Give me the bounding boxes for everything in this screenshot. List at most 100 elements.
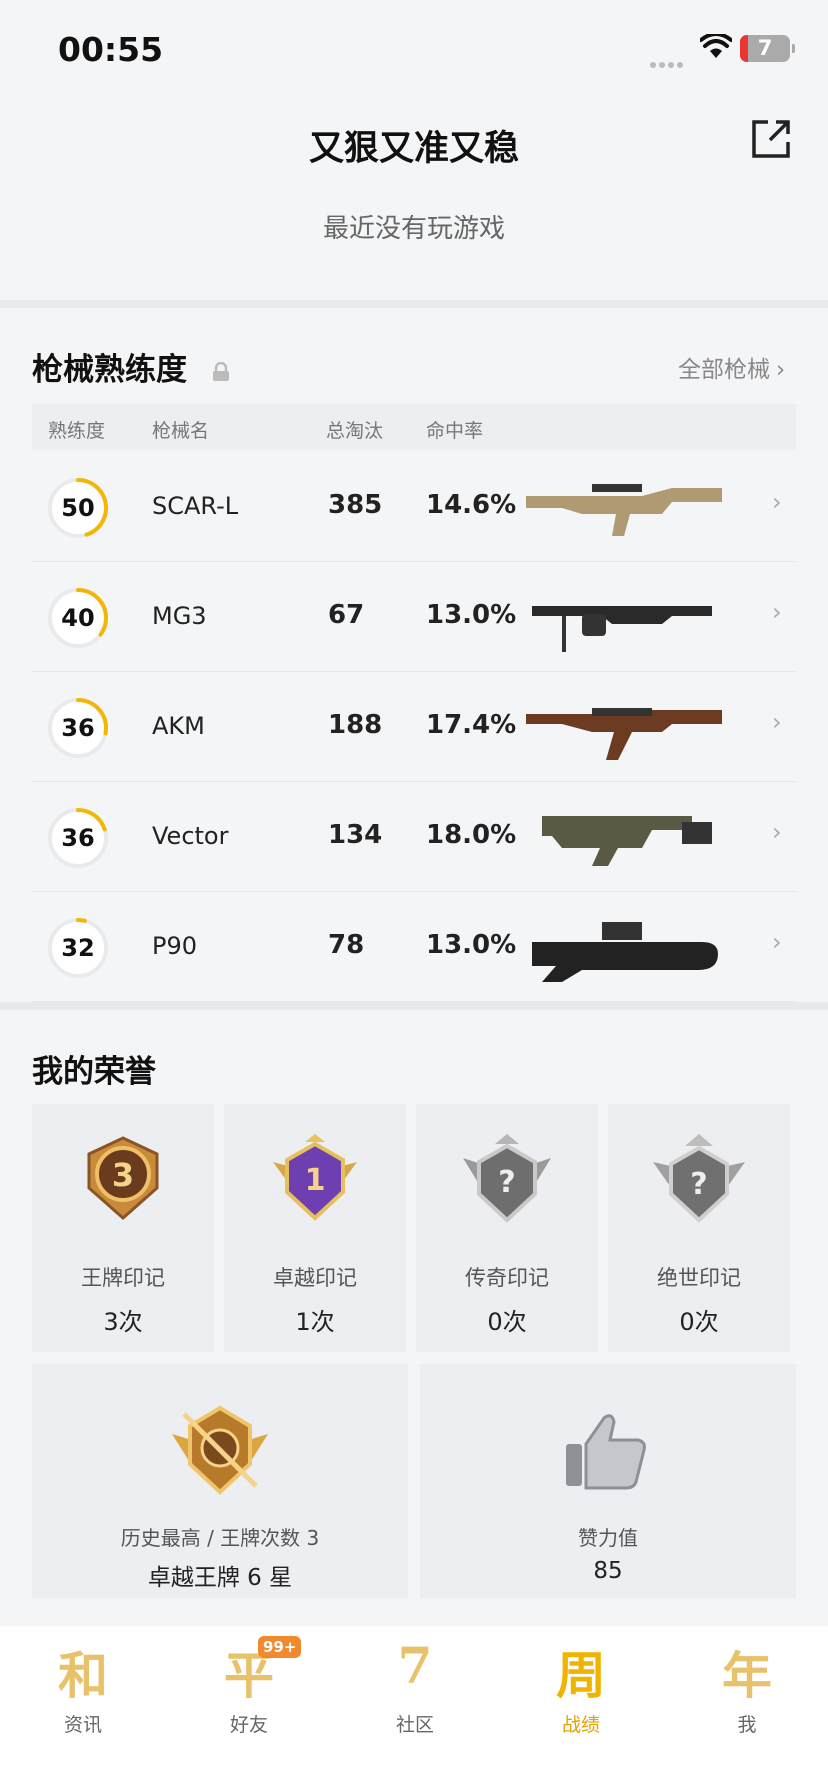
friends-tab-icon: 平	[224, 1646, 274, 1705]
tab-news[interactable]: 和 资讯	[0, 1636, 166, 1746]
tab-records[interactable]: 周 战绩	[498, 1636, 664, 1746]
battery-level: 7	[757, 36, 773, 60]
weapon-accuracy: 13.0%	[426, 600, 517, 630]
medal-label: 王牌印记	[81, 1266, 165, 1290]
col-name: 枪械名	[152, 420, 210, 442]
col-proficiency: 熟练度	[48, 420, 106, 442]
weapon-row[interactable]: 50 SCAR-L 385 14.6% ›	[32, 452, 796, 562]
chevron-right-icon: ›	[772, 708, 782, 736]
ace-medal-icon: 3	[87, 1136, 159, 1221]
weapon-row[interactable]: 32 P90 78 13.0% ›	[32, 892, 796, 1002]
weapon-image	[526, 484, 722, 536]
me-tab-icon: 年	[722, 1646, 772, 1705]
weapon-kills: 67	[328, 600, 365, 630]
proficiency-level: 50	[61, 494, 95, 522]
proficiency-level: 40	[61, 604, 95, 632]
proficiency-level: 36	[61, 824, 95, 852]
share-icon[interactable]	[750, 118, 792, 160]
peerless-medal-badge: ?	[690, 1167, 707, 1202]
medal-card-peerless[interactable]: ? 绝世印记 0次	[608, 1104, 790, 1352]
weapon-kills: 78	[328, 930, 365, 960]
weapon-name: Vector	[152, 822, 229, 850]
tab-label: 社区	[395, 1714, 434, 1736]
medal-count: 3次	[103, 1308, 143, 1336]
ace-medal-badge: 3	[112, 1156, 134, 1194]
section-divider	[0, 300, 828, 308]
bottom-tab-bar: 和 资讯 平 99+ 好友 7 社区 周 战绩 年 我	[0, 1626, 828, 1792]
col-kills: 总淘汰	[326, 420, 384, 442]
weapon-kills: 188	[328, 710, 383, 740]
records-tab-icon: 周	[556, 1646, 606, 1705]
likes-value: 85	[593, 1558, 623, 1584]
col-accuracy: 命中率	[426, 420, 484, 442]
weapon-image	[532, 922, 718, 982]
medal-card-legend[interactable]: ? 传奇印记 0次	[416, 1104, 598, 1352]
status-time: 00:55	[58, 30, 164, 69]
chevron-right-icon: ›	[772, 928, 782, 956]
page-title: 又狠又准又稳	[308, 129, 519, 169]
medal-label: 传奇印记	[465, 1266, 549, 1290]
chevron-right-icon: ›	[776, 357, 786, 383]
thumbs-up-icon	[566, 1414, 646, 1490]
weapons-table-header: 熟练度 枪械名 总淘汰 命中率	[32, 404, 796, 450]
tab-community[interactable]: 7 社区	[332, 1636, 498, 1746]
weapon-image	[526, 708, 722, 760]
medal-label: 绝世印记	[657, 1266, 741, 1290]
medal-label: 卓越印记	[273, 1266, 357, 1290]
tab-label: 我	[737, 1714, 757, 1736]
weapon-name: AKM	[152, 712, 205, 740]
profile-header: 又狠又准又稳 最近没有玩游戏	[0, 90, 828, 300]
weapon-row[interactable]: 36 Vector 134 18.0% ›	[32, 782, 796, 892]
proficiency-level: 36	[61, 714, 95, 742]
all-weapons-label: 全部枪械	[678, 357, 770, 383]
highest-rank-value: 卓越王牌 6 星	[147, 1565, 293, 1591]
weapon-name: P90	[152, 932, 198, 960]
rank-emblem-icon	[172, 1405, 268, 1495]
section-divider	[0, 1002, 828, 1010]
chevron-right-icon: ›	[772, 488, 782, 516]
medal-card-excellent[interactable]: 1 卓越印记 1次	[224, 1104, 406, 1352]
weapon-accuracy: 17.4%	[426, 710, 517, 740]
likes-label: 赞力值	[578, 1526, 638, 1550]
weapon-accuracy: 14.6%	[426, 490, 517, 520]
signal-icon	[650, 53, 690, 68]
community-tab-icon: 7	[397, 1636, 433, 1695]
chevron-right-icon: ›	[772, 818, 782, 846]
play-status: 最近没有玩游戏	[322, 214, 505, 244]
weapons-title: 枪械熟练度	[32, 352, 187, 388]
highest-rank-label: 历史最高 / 王牌次数 3	[120, 1526, 320, 1550]
tab-label: 资讯	[63, 1714, 102, 1736]
weapon-kills: 134	[328, 820, 383, 850]
tab-friends[interactable]: 平 99+ 好友	[166, 1636, 332, 1746]
news-tab-icon: 和	[58, 1646, 108, 1705]
medal-card-ace[interactable]: 3 王牌印记 3次	[32, 1104, 214, 1352]
legend-medal-badge: ?	[498, 1165, 515, 1200]
chevron-right-icon: ›	[772, 598, 782, 626]
tab-label: 好友	[229, 1714, 268, 1736]
weapon-name: SCAR-L	[152, 492, 239, 520]
weapon-kills: 385	[328, 490, 383, 520]
excellent-medal-icon: 1	[273, 1134, 357, 1221]
tab-label: 战绩	[561, 1714, 600, 1736]
peerless-medal-icon: ?	[653, 1134, 745, 1223]
lock-icon[interactable]	[212, 361, 230, 382]
weapon-row[interactable]: 36 AKM 188 17.4% ›	[32, 672, 796, 782]
weapon-name: MG3	[152, 602, 207, 630]
weapons-section-title: 枪械熟练度	[32, 344, 230, 389]
likes-card[interactable]: 赞力值 85	[420, 1364, 796, 1598]
medal-count: 1次	[295, 1308, 335, 1336]
tab-me[interactable]: 年 我	[664, 1636, 828, 1746]
medal-count: 0次	[679, 1308, 719, 1336]
battery-icon: 7	[740, 35, 795, 62]
proficiency-level: 32	[61, 934, 95, 962]
weapon-row[interactable]: 40 MG3 67 13.0% ›	[32, 562, 796, 672]
honors-title: 我的荣誉	[32, 1054, 156, 1090]
all-weapons-link[interactable]: 全部枪械 ›	[672, 350, 785, 384]
weapon-image	[532, 606, 712, 652]
highest-rank-card[interactable]: 历史最高 / 王牌次数 3 卓越王牌 6 星	[32, 1364, 408, 1598]
legend-medal-icon: ?	[463, 1134, 551, 1223]
weapon-image	[542, 816, 712, 866]
weapon-accuracy: 18.0%	[426, 820, 517, 850]
weapon-accuracy: 13.0%	[426, 930, 517, 960]
notification-badge: 99+	[258, 1636, 302, 1658]
